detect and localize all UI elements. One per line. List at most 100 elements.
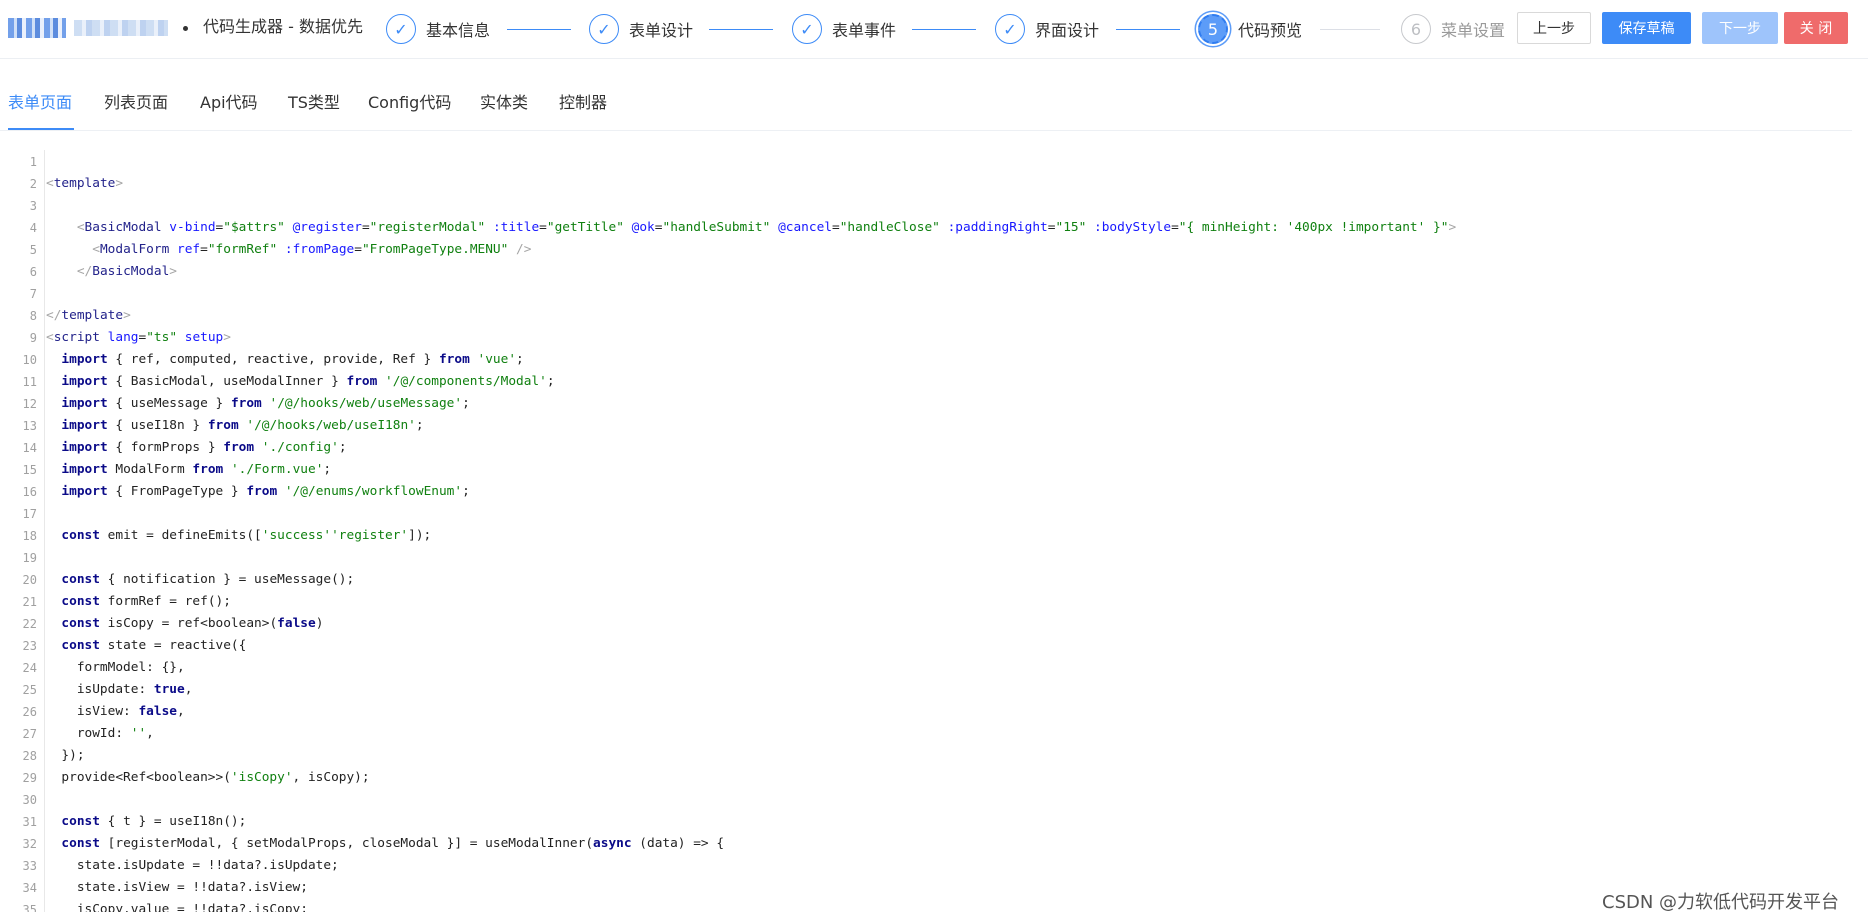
code-token: >	[115, 176, 124, 191]
tab-entity[interactable]: 实体类	[480, 92, 528, 114]
code-token: import	[61, 484, 108, 499]
step-form-design[interactable]: ✓ 表单设计	[589, 10, 773, 48]
step-basic-info[interactable]: ✓ 基本信息	[386, 10, 571, 48]
code-token: import	[61, 462, 108, 477]
check-icon: ✓	[995, 14, 1025, 44]
code-token: ]);	[408, 528, 432, 543]
tab-config-code[interactable]: Config代码	[368, 92, 451, 114]
check-icon: ✓	[589, 14, 619, 44]
code-line: isView: false,	[46, 701, 185, 723]
code-token: emit = defineEmits([	[99, 528, 262, 543]
line-number: 22	[22, 617, 37, 631]
line-number: 6	[29, 265, 37, 279]
tab-list-page[interactable]: 列表页面	[104, 92, 168, 114]
code-token: ;	[516, 352, 524, 367]
step-menu-settings[interactable]: 6 菜单设置	[1401, 10, 1505, 48]
code-token: :bodyStyle	[1086, 220, 1172, 235]
line-number: 3	[29, 199, 37, 213]
code-token: { notification } = useMessage();	[99, 572, 355, 587]
line-number: 1	[29, 155, 37, 169]
code-token: from	[346, 374, 378, 389]
logo	[8, 18, 168, 38]
line-number: 21	[22, 595, 37, 609]
code-line: const formRef = ref();	[46, 591, 231, 613]
code-line: </template>	[46, 305, 131, 327]
code-token: <	[76, 220, 85, 235]
code-line: state.isUpdate = !!data?.isUpdate;	[46, 855, 339, 877]
code-token: />	[508, 242, 532, 257]
code-token: isCopy = ref<boolean>(	[99, 616, 278, 631]
code-line: <template>	[46, 173, 123, 195]
code-token: const	[61, 572, 100, 587]
tab-form-page[interactable]: 表单页面	[8, 92, 72, 114]
code-token: (data) => {	[631, 836, 725, 851]
step-label: 表单事件	[832, 21, 897, 40]
code-token: '/@/components/Modal'	[385, 374, 547, 389]
step-code-preview[interactable]: 5 代码预览	[1198, 10, 1380, 48]
code-token: state = reactive({	[99, 638, 247, 653]
close-button[interactable]: 关 闭	[1784, 12, 1848, 44]
code-line: state.isView = !!data?.isView;	[46, 877, 308, 899]
code-token: 'register'	[331, 528, 409, 543]
line-number: 16	[22, 485, 37, 499]
code-line: });	[46, 745, 84, 767]
code-token: 'success'	[261, 528, 332, 543]
breadcrumb-title: 代码生成器 - 数据优先	[203, 17, 363, 36]
save-draft-button[interactable]: 保存草稿	[1602, 12, 1691, 44]
code-token: <	[46, 176, 54, 191]
tab-api-code[interactable]: Api代码	[200, 92, 258, 114]
code-line: const [registerModal, { setModalProps, c…	[46, 833, 724, 855]
code-token: { t } = useI18n();	[99, 814, 247, 829]
line-number: 35	[22, 903, 37, 912]
code-token: const	[61, 616, 100, 631]
line-number: 25	[22, 683, 37, 697]
tab-controller[interactable]: 控制器	[559, 92, 607, 114]
prev-step-button[interactable]: 上一步	[1517, 12, 1591, 44]
code-line: const { notification } = useMessage();	[46, 569, 354, 591]
code-editor[interactable]: 1 2 3 4 5 6 7 8 9 10 11 12 13 14 15 16 17 18 19 20 21 22 23 24 2…	[0, 150, 1852, 912]
watermark: CSDN @力软低代码开发平台	[1602, 892, 1840, 913]
code-line: </BasicModal>	[46, 261, 177, 283]
step-label: 界面设计	[1035, 21, 1100, 40]
code-token: false	[277, 616, 316, 631]
step-ui-design[interactable]: ✓ 界面设计	[995, 10, 1180, 48]
code-line: const state = reactive({	[46, 635, 246, 657]
code-token: '/@/enums/workflowEnum'	[284, 484, 463, 499]
step-form-events[interactable]: ✓ 表单事件	[792, 10, 976, 48]
code-token: v-bind	[161, 220, 216, 235]
code-token: ;	[415, 418, 424, 433]
code-token: { FromPageType }	[107, 484, 247, 499]
code-line: import { BasicModal, useModalInner } fro…	[46, 371, 554, 393]
code-token: template	[61, 308, 124, 323]
code-token: state.isUpdate = !!data?.isUpdate;	[46, 858, 339, 873]
code-token: from	[230, 396, 262, 411]
code-line: isUpdate: true,	[46, 679, 193, 701]
code-token: import	[61, 440, 108, 455]
next-step-button[interactable]: 下一步	[1702, 12, 1778, 44]
code-token: :fromPage	[277, 242, 355, 257]
code-token: @ok	[623, 220, 655, 235]
code-token: ,	[184, 682, 193, 697]
code-line: import { FromPageType } from '/@/enums/w…	[46, 481, 470, 503]
step-connector	[709, 29, 773, 30]
line-number: 5	[29, 243, 37, 257]
code-token: "ts"	[146, 330, 178, 345]
line-number: 18	[22, 529, 37, 543]
code-token: const	[61, 528, 100, 543]
code-token: >	[1448, 220, 1457, 235]
step-connector	[912, 29, 976, 30]
line-number: 19	[22, 551, 37, 565]
code-tabs: 表单页面 列表页面 Api代码 TS类型 Config代码 实体类 控制器	[0, 86, 1852, 131]
tab-ts-types[interactable]: TS类型	[288, 92, 340, 114]
code-token: ;	[462, 484, 470, 499]
code-token: import	[61, 374, 108, 389]
